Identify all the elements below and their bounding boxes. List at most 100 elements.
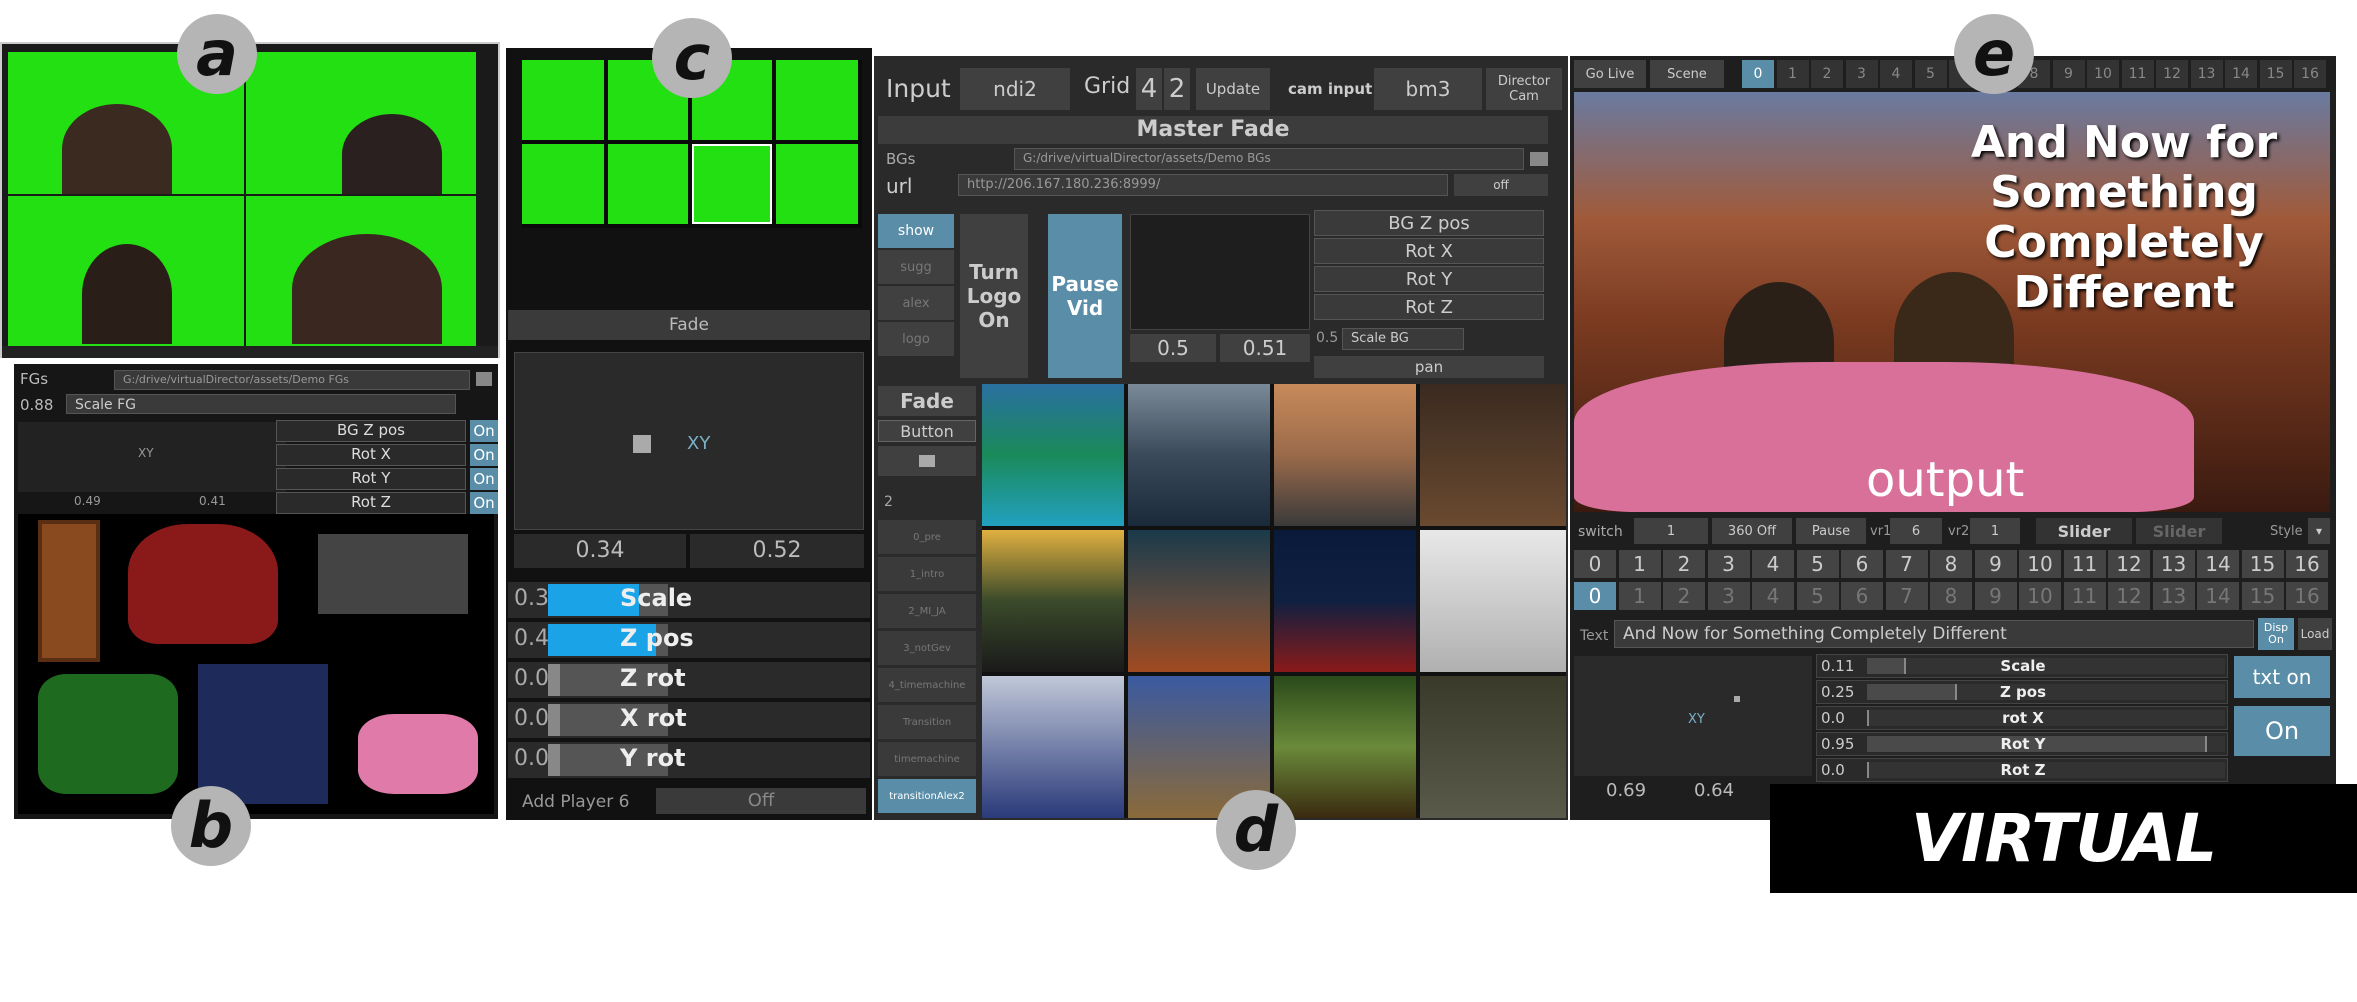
channel-button[interactable]: 13: [2152, 550, 2195, 578]
channel-button[interactable]: 8: [1930, 550, 1972, 578]
tab-alex[interactable]: alex: [878, 286, 954, 320]
on-button[interactable]: On: [2234, 706, 2330, 756]
scale-fg-slider[interactable]: Scale FG: [66, 394, 456, 414]
vr2-field[interactable]: 1: [1970, 518, 2020, 544]
xy-pad[interactable]: XY: [1574, 656, 1812, 776]
fg-row-rot-z[interactable]: Rot Z: [276, 492, 466, 514]
list-item[interactable]: 0_pre: [878, 520, 976, 554]
scene-button[interactable]: 13: [2190, 60, 2223, 88]
channel-button[interactable]: 16: [2286, 550, 2328, 578]
scene-button[interactable]: 2: [1811, 60, 1843, 88]
channel-button[interactable]: 0: [1574, 582, 1616, 610]
bg-row[interactable]: Rot Y: [1314, 266, 1544, 292]
scene-button[interactable]: 9: [2052, 60, 2085, 88]
on-button[interactable]: On: [470, 492, 498, 514]
fg-row-bg-z[interactable]: BG Z pos: [276, 420, 466, 442]
fg-seats-thumbnail[interactable]: [198, 664, 328, 804]
channel-button[interactable]: 15: [2241, 582, 2284, 610]
channel-button[interactable]: 9: [1974, 550, 2017, 578]
list-item[interactable]: transitionAlex2: [878, 779, 976, 813]
list-item[interactable]: 4_timemachine: [878, 668, 976, 702]
scene-button[interactable]: 0: [1742, 60, 1774, 88]
scene-button[interactable]: 14: [2225, 60, 2257, 88]
bg-row[interactable]: Rot X: [1314, 238, 1544, 264]
channel-button[interactable]: 9: [1974, 582, 2017, 610]
text-field[interactable]: And Now for Something Completely Differe…: [1614, 620, 2254, 648]
folder-icon[interactable]: [878, 446, 976, 476]
grid-rows-field[interactable]: 2: [1164, 68, 1190, 110]
pause-vid-button[interactable]: Pause Vid: [1048, 214, 1122, 378]
slider-row[interactable]: 0.11 Scale: [1816, 654, 2228, 678]
fg-red-car-thumbnail[interactable]: [128, 524, 278, 644]
bg-xy-pad[interactable]: [1130, 214, 1310, 330]
director-cam-button[interactable]: Director Cam: [1486, 68, 1562, 110]
channel-button[interactable]: 15: [2241, 550, 2284, 578]
channel-button[interactable]: 3: [1707, 582, 1750, 610]
list-item[interactable]: Transition: [878, 705, 976, 739]
fg-mower-thumbnail[interactable]: [38, 674, 178, 794]
bg-thumbnail-train[interactable]: [1128, 384, 1270, 526]
channel-button[interactable]: 1: [1618, 550, 1661, 578]
fg-row-rot-y[interactable]: Rot Y: [276, 468, 466, 490]
camera-tile[interactable]: [522, 60, 604, 140]
scene-button[interactable]: 11: [2121, 60, 2154, 88]
channel-button[interactable]: 8: [1930, 582, 1972, 610]
camera-tile[interactable]: [522, 144, 604, 224]
channel-button[interactable]: 7: [1885, 582, 1928, 610]
vr1-field[interactable]: 6: [1890, 518, 1942, 544]
channel-button[interactable]: 3: [1707, 550, 1750, 578]
tab-sugg[interactable]: sugg: [878, 250, 954, 284]
channel-button[interactable]: 13: [2152, 582, 2195, 610]
slider-row[interactable]: 0.0 rot X: [1816, 706, 2228, 730]
disp-on-button[interactable]: Disp On: [2258, 618, 2294, 650]
slider-row[interactable]: 0.95 Rot Y: [1816, 732, 2228, 756]
bg-thumbnail-forest[interactable]: [1274, 676, 1416, 818]
xy-pad[interactable]: XY: [18, 422, 286, 492]
channel-button[interactable]: 16: [2286, 582, 2328, 610]
bg-thumbnail-resort[interactable]: [982, 384, 1124, 526]
camera-tile[interactable]: [776, 60, 858, 140]
pan-button[interactable]: pan: [1314, 356, 1544, 378]
channel-button[interactable]: 2: [1663, 550, 1705, 578]
txt-on-button[interactable]: txt on: [2234, 656, 2330, 698]
list-item[interactable]: 2_MI_JA: [878, 594, 976, 628]
channel-button[interactable]: 4: [1752, 582, 1794, 610]
bg-thumbnail-road[interactable]: [1274, 384, 1416, 526]
scene-button[interactable]: 5: [1914, 60, 1947, 88]
pause-button[interactable]: Pause: [1796, 518, 1866, 544]
scene-button[interactable]: 10: [2087, 60, 2119, 88]
slider-1[interactable]: Slider: [2036, 518, 2132, 544]
scene-button[interactable]: 12: [2156, 60, 2188, 88]
bg-thumbnail-plane[interactable]: [982, 676, 1124, 818]
channel-button[interactable]: 10: [2019, 550, 2061, 578]
channel-button[interactable]: 5: [1796, 550, 1839, 578]
scene-button[interactable]: 16: [2294, 60, 2326, 88]
xy-handle[interactable]: [1734, 696, 1740, 702]
bg-thumbnail-ruins[interactable]: [982, 530, 1124, 672]
list-item[interactable]: 1_intro: [878, 557, 976, 591]
slider-row[interactable]: 0.45 Z pos: [508, 622, 870, 658]
scale-bg-slider[interactable]: Scale BG: [1342, 328, 1464, 350]
folder-icon[interactable]: [1530, 152, 1548, 166]
load-button[interactable]: Load: [2298, 618, 2332, 650]
xy-handle[interactable]: [633, 435, 651, 453]
folder-icon[interactable]: [476, 372, 492, 386]
button-button[interactable]: Button: [878, 420, 976, 442]
channel-button[interactable]: 12: [2108, 582, 2150, 610]
slider-row[interactable]: 0.0 Rot Z: [1816, 758, 2228, 782]
channel-button[interactable]: 6: [1841, 582, 1883, 610]
channel-button[interactable]: 2: [1663, 582, 1705, 610]
fg-door-thumbnail[interactable]: [38, 520, 100, 662]
slider-2[interactable]: Slider: [2136, 518, 2222, 544]
channel-button[interactable]: 10: [2019, 582, 2061, 610]
style-dropdown-chevron-icon[interactable]: ▾: [2308, 518, 2330, 544]
input-field[interactable]: ndi2: [960, 68, 1070, 110]
go-live-button[interactable]: Go Live: [1574, 60, 1646, 88]
scene-button[interactable]: 15: [2259, 60, 2292, 88]
scene-button[interactable]: 3: [1845, 60, 1878, 88]
slider-row[interactable]: 0.0 X rot: [508, 702, 870, 738]
channel-button[interactable]: 14: [2197, 582, 2239, 610]
tab-show[interactable]: show: [878, 214, 954, 248]
camera-tile[interactable]: [776, 144, 858, 224]
scene-button[interactable]: 4: [1880, 60, 1912, 88]
